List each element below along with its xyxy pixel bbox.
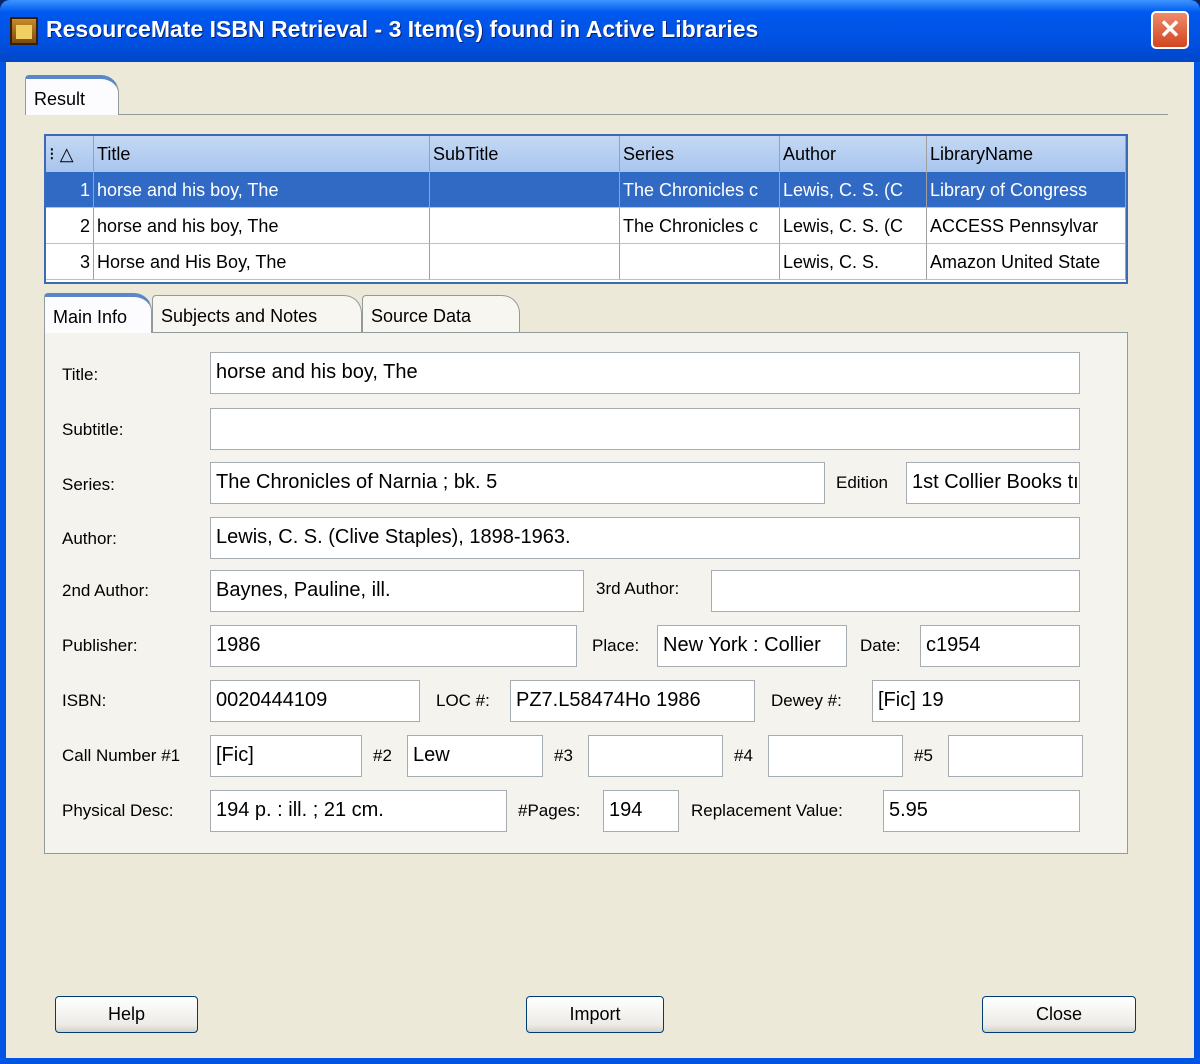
- window-title: ResourceMate ISBN Retrieval - 3 Item(s) …: [46, 16, 759, 42]
- author2-label: 2nd Author:: [62, 581, 149, 600]
- place-input[interactable]: New York : Collier: [657, 625, 847, 667]
- loc-input[interactable]: PZ7.L58474Ho 1986: [510, 680, 755, 722]
- pages-label: #Pages:: [518, 801, 581, 820]
- table-cell[interactable]: ACCESS Pennsylvar: [927, 208, 1126, 244]
- table-cell[interactable]: Library of Congress: [927, 172, 1126, 208]
- column-header-author[interactable]: Author: [780, 136, 927, 172]
- row-number[interactable]: 3: [46, 244, 94, 280]
- loc-label: LOC #:: [436, 691, 490, 710]
- table-cell[interactable]: [620, 244, 780, 280]
- table-cell[interactable]: Lewis, C. S. (C: [780, 172, 927, 208]
- tab-result[interactable]: Result: [25, 75, 119, 115]
- call2-input[interactable]: Lew: [407, 735, 543, 777]
- table-cell[interactable]: Lewis, C. S. (C: [780, 208, 927, 244]
- call2-label: #2: [373, 746, 392, 765]
- tab-source-data[interactable]: Source Data: [362, 295, 520, 333]
- title-bar[interactable]: ResourceMate ISBN Retrieval - 3 Item(s) …: [0, 0, 1200, 62]
- call1-label: Call Number #1: [62, 746, 181, 765]
- author3-input[interactable]: [711, 570, 1080, 612]
- edition-label: Edition: [836, 473, 888, 492]
- call3-input[interactable]: [588, 735, 723, 777]
- author3-label: 3rd Author:: [596, 579, 680, 598]
- call3-label: #3: [554, 746, 573, 765]
- series-label: Series:: [62, 475, 115, 494]
- app-icon: [10, 17, 38, 45]
- tab-subjects-notes[interactable]: Subjects and Notes: [152, 295, 362, 333]
- row-number[interactable]: 2: [46, 208, 94, 244]
- table-cell[interactable]: [430, 244, 620, 280]
- date-input[interactable]: c1954: [920, 625, 1080, 667]
- phys-input[interactable]: 194 p. : ill. ; 21 cm.: [210, 790, 507, 832]
- phys-label: Physical Desc:: [62, 801, 174, 820]
- table-cell[interactable]: horse and his boy, The: [94, 172, 430, 208]
- table-cell[interactable]: [430, 208, 620, 244]
- call5-input[interactable]: [948, 735, 1083, 777]
- series-input[interactable]: The Chronicles of Narnia ; bk. 5: [210, 462, 825, 504]
- column-header-libraryname[interactable]: LibraryName: [927, 136, 1126, 172]
- author2-input[interactable]: Baynes, Pauline, ill.: [210, 570, 584, 612]
- author-label: Author:: [62, 529, 117, 548]
- repl-input[interactable]: 5.95: [883, 790, 1080, 832]
- column-header-title[interactable]: Title: [94, 136, 430, 172]
- tab-main-info[interactable]: Main Info: [44, 293, 152, 333]
- place-label: Place:: [592, 636, 640, 655]
- table-cell[interactable]: The Chronicles c: [620, 172, 780, 208]
- dialog-window: ResourceMate ISBN Retrieval - 3 Item(s) …: [0, 0, 1200, 1064]
- import-button[interactable]: Import: [526, 996, 664, 1033]
- table-cell[interactable]: Lewis, C. S.: [780, 244, 927, 280]
- date-label: Date:: [860, 636, 901, 655]
- isbn-input[interactable]: 0020444109: [210, 680, 420, 722]
- title-label: Title:: [62, 365, 99, 384]
- table-cell[interactable]: Amazon United State: [927, 244, 1126, 280]
- dewey-input[interactable]: [Fic] 19: [872, 680, 1080, 722]
- edition-input[interactable]: 1st Collier Books tı: [906, 462, 1080, 504]
- repl-label: Replacement Value:: [691, 801, 843, 820]
- row-number-header[interactable]: ⁝ △: [46, 136, 94, 172]
- dewey-label: Dewey #:: [771, 691, 842, 710]
- call5-label: #5: [914, 746, 933, 765]
- table-cell[interactable]: [430, 172, 620, 208]
- call4-input[interactable]: [768, 735, 903, 777]
- column-header-subtitle[interactable]: SubTitle: [430, 136, 620, 172]
- table-cell[interactable]: Horse and His Boy, The: [94, 244, 430, 280]
- publisher-input[interactable]: 1986: [210, 625, 577, 667]
- title-input[interactable]: horse and his boy, The: [210, 352, 1080, 394]
- author-input[interactable]: Lewis, C. S. (Clive Staples), 1898-1963.: [210, 517, 1080, 559]
- call1-input[interactable]: [Fic]: [210, 735, 362, 777]
- pages-input[interactable]: 194: [603, 790, 679, 832]
- close-button[interactable]: Close: [982, 996, 1136, 1033]
- dialog-body: Result ⁝ △ Title SubTitle Series Author Libra…: [6, 62, 1194, 1058]
- table-cell[interactable]: horse and his boy, The: [94, 208, 430, 244]
- subtitle-label: Subtitle:: [62, 420, 124, 439]
- table-cell[interactable]: The Chronicles c: [620, 208, 780, 244]
- subtitle-input[interactable]: [210, 408, 1080, 450]
- call4-label: #4: [734, 746, 753, 765]
- help-button[interactable]: Help: [55, 996, 198, 1033]
- results-grid: ⁝ △ Title SubTitle Series Author LibraryName 1…: [44, 134, 1128, 284]
- isbn-label: ISBN:: [62, 691, 107, 710]
- publisher-label: Publisher:: [62, 636, 138, 655]
- window-close-button[interactable]: ✕: [1151, 11, 1189, 49]
- row-number[interactable]: 1: [46, 172, 94, 208]
- column-header-series[interactable]: Series: [620, 136, 780, 172]
